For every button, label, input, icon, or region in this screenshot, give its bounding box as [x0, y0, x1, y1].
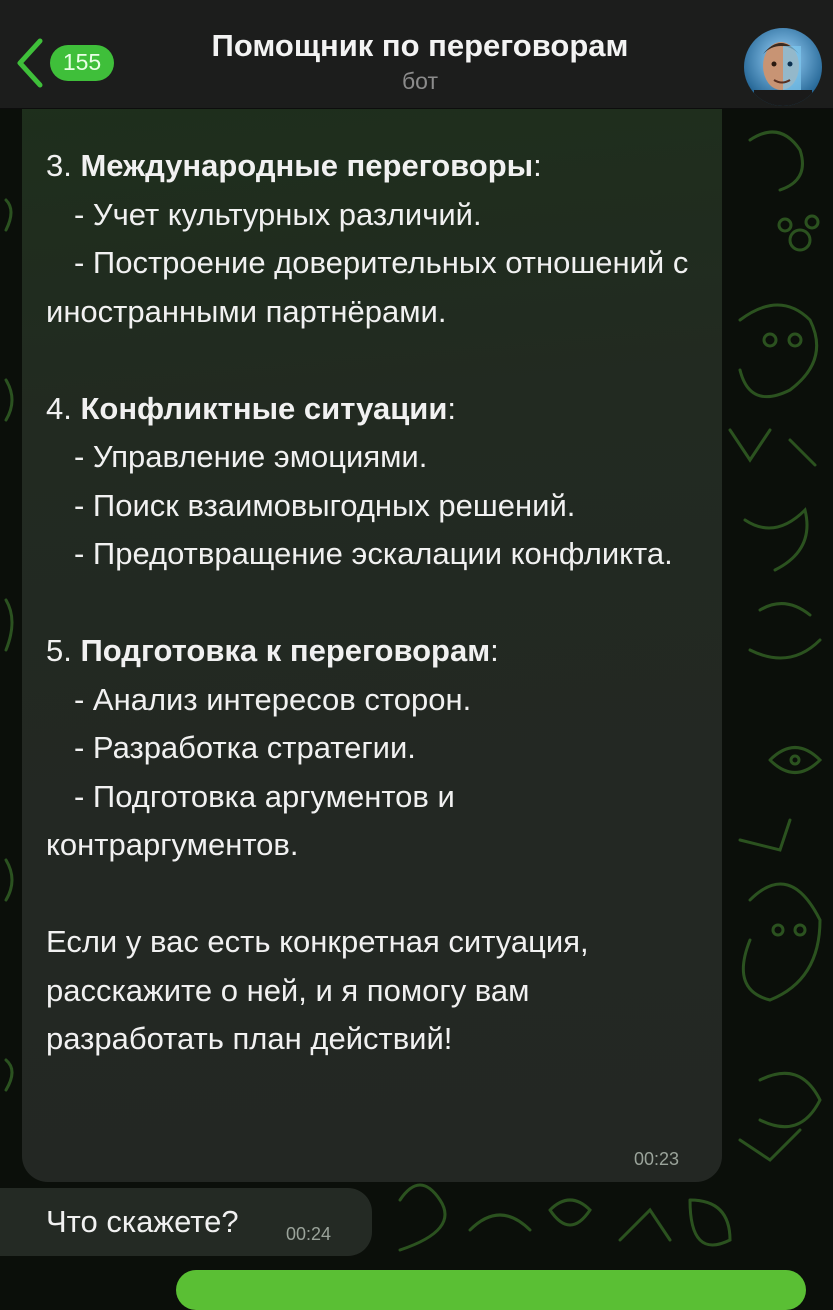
chat-title: Помощник по переговорам	[211, 28, 629, 63]
section-title: Подготовка к переговорам	[80, 633, 491, 668]
section-number: 3.	[46, 148, 81, 183]
message-time: 00:24	[286, 1224, 332, 1244]
section-number: 5.	[46, 633, 81, 668]
section-item: - Подготовка аргументов и контраргументо…	[46, 778, 464, 863]
section-heading: 3. Международные переговоры:	[46, 148, 542, 183]
chat-subtitle: бот	[402, 68, 438, 94]
back-button[interactable]: 155	[14, 36, 126, 90]
section-title: Конфликтные ситуации	[80, 390, 448, 426]
section-heading: 4. Конфликтные ситуации:	[46, 390, 457, 426]
chevron-left-icon	[17, 38, 43, 88]
message-time: 00:23	[634, 1149, 680, 1169]
message-text: Что скажете?	[46, 1204, 239, 1239]
closing-text: Если у вас есть конкретная ситуация, рас…	[46, 924, 598, 1056]
section-item: - Разработка стратегии.	[74, 730, 416, 765]
section-item: - Поиск взаимовыгодных решений.	[74, 487, 576, 523]
section-title: Международные переговоры	[80, 148, 534, 183]
unread-count-badge: 155	[50, 45, 114, 81]
section-item: - Управление эмоциями.	[74, 439, 428, 474]
section-item: - Учет культурных различий.	[74, 196, 482, 232]
message-bubble-incoming-followup[interactable]: Что скажете? 00:24	[0, 1188, 372, 1256]
section-number: 4.	[46, 390, 81, 426]
avatar-image	[744, 28, 822, 106]
section-item: - Предотвращение эскалации конфликта.	[74, 536, 673, 571]
message-bubble-incoming[interactable]: 3. Международные переговоры: - Учет культ…	[22, 92, 722, 1182]
chat-header: 155 Помощник по переговорам бот	[0, 0, 833, 109]
section-heading: 5. Подготовка к переговорам:	[46, 633, 499, 668]
chat-title-area[interactable]: Помощник по переговорам бот	[140, 26, 700, 96]
section-item: - Построение доверительных отношений с и…	[46, 245, 697, 329]
bot-avatar[interactable]	[744, 28, 822, 106]
section-item: - Анализ интересов сторон.	[74, 681, 472, 717]
start-button[interactable]	[176, 1270, 806, 1310]
message-text: 3. Международные переговоры: - Учет культ…	[46, 142, 706, 1064]
